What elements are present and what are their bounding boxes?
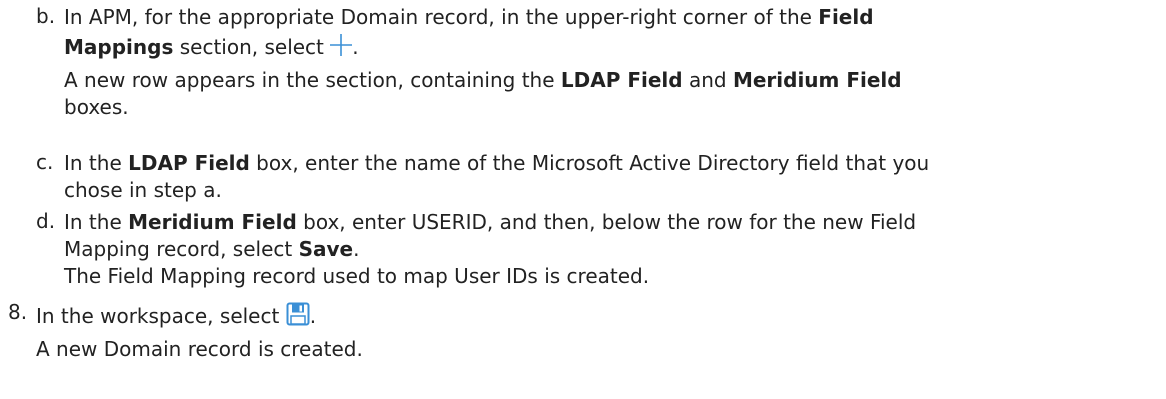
text-run: section, select [173, 35, 331, 59]
bold-term: Mappings [64, 35, 174, 59]
text-line: Mapping record, select Save. [64, 236, 916, 263]
step-marker: 8. [8, 300, 28, 324]
substep-text: In the Meridium Field box, enter USERID,… [64, 209, 916, 290]
text-line: In the Meridium Field box, enter USERID,… [64, 209, 916, 236]
bold-term: Meridium Field [732, 68, 902, 92]
substep-marker: c. [36, 150, 54, 174]
text-run: chose in step a. [64, 178, 222, 202]
text-line: In the LDAP Field box, enter the name of… [64, 150, 929, 177]
substep-c: c. In the LDAP Field box, enter the name… [36, 150, 929, 204]
text-line: A new row appears in the section, contai… [64, 67, 902, 94]
text-run: In the workspace, select [36, 304, 286, 328]
text-line: Mappings section, select . [64, 31, 902, 67]
text-run: In the [64, 210, 129, 234]
substep-d: d. In the Meridium Field box, enter USER… [36, 209, 916, 290]
save-icon [286, 302, 310, 336]
bold-term: LDAP Field [560, 68, 683, 92]
text-line: In the workspace, select . [36, 300, 363, 336]
text-run: The Field Mapping record used to map Use… [64, 264, 650, 288]
step-text: In the workspace, select . A new Domain … [36, 300, 363, 363]
substep-marker: d. [36, 209, 56, 233]
text-run: boxes. [64, 95, 129, 119]
substep-b: b. In APM, for the appropriate Domain re… [36, 4, 902, 121]
text-line: In APM, for the appropriate Domain recor… [64, 4, 902, 31]
text-run: and [682, 68, 733, 92]
bold-term: Field [818, 5, 874, 29]
plus-icon [330, 33, 353, 67]
bold-term: Save [298, 237, 354, 261]
text-line: A new Domain record is created. [36, 336, 363, 363]
text-run: A new row appears in the section, contai… [64, 68, 561, 92]
text-run: box, enter the name of the Microsoft Act… [249, 151, 930, 175]
substep-marker: b. [36, 4, 56, 28]
text-line: chose in step a. [64, 177, 929, 204]
text-run: . [309, 304, 317, 328]
text-run: In APM, for the appropriate Domain recor… [64, 5, 819, 29]
substep-text: In APM, for the appropriate Domain recor… [64, 4, 902, 121]
text-run: Mapping record, select [64, 237, 299, 261]
text-run: In the [64, 151, 129, 175]
bold-term: Meridium Field [128, 210, 297, 234]
text-line: The Field Mapping record used to map Use… [64, 263, 916, 290]
text-line: boxes. [64, 94, 902, 121]
bold-term: LDAP Field [128, 151, 250, 175]
text-run: A new Domain record is created. [36, 337, 363, 361]
substep-text: In the LDAP Field box, enter the name of… [64, 150, 929, 204]
step-8: 8. In the workspace, select . A new Doma… [8, 300, 363, 363]
text-run: . [353, 237, 360, 261]
text-run: box, enter USERID, and then, below the r… [296, 210, 917, 234]
text-run: . [352, 35, 359, 59]
document-body: b. In APM, for the appropriate Domain re… [0, 0, 1166, 399]
